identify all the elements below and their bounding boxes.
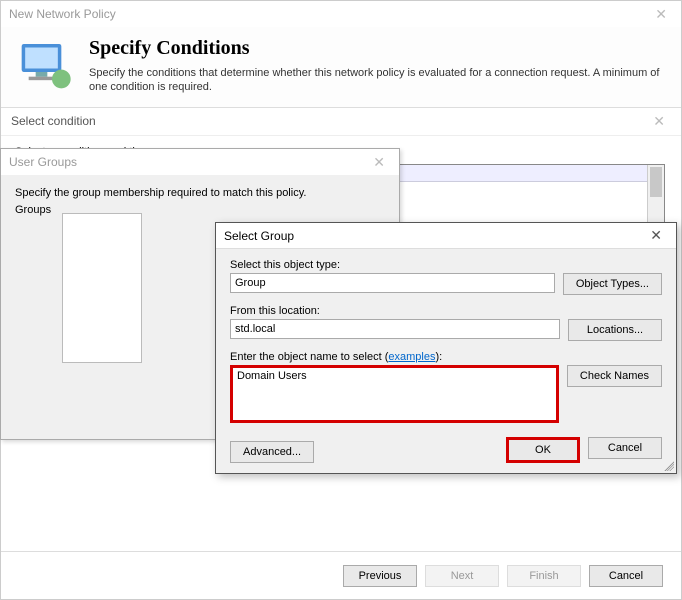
object-type-field [230,273,555,293]
previous-button[interactable]: Previous [343,565,417,587]
object-names-label: Enter the object name to select (example… [230,351,559,363]
advanced-button[interactable]: Advanced... [230,441,314,463]
cancel-button[interactable]: Cancel [589,565,663,587]
main-titlebar: New Network Policy ✕ [1,1,681,27]
ok-button[interactable]: OK [506,437,580,463]
user-groups-titlebar: User Groups ✕ [1,149,399,175]
select-group-title: Select Group [224,229,294,243]
examples-link[interactable]: examples [388,351,435,363]
close-icon[interactable]: ✕ [367,154,391,171]
user-groups-title: User Groups [9,155,77,169]
select-group-dialog: Select Group ✕ Select this object type: … [215,222,677,474]
user-groups-instruction: Specify the group membership required to… [15,187,385,199]
resize-grip-icon[interactable] [662,459,674,471]
select-condition-titlebar: Select condition ✕ [1,108,681,136]
close-icon[interactable]: ✕ [647,113,671,130]
object-types-button[interactable]: Object Types... [563,273,662,295]
page-heading: Specify Conditions [89,37,665,60]
page-description: Specify the conditions that determine wh… [89,66,665,95]
groups-box-label: Groups [11,204,55,216]
names-label-suffix: ): [435,351,442,363]
main-title: New Network Policy [9,7,116,21]
next-button: Next [425,565,499,587]
check-names-button[interactable]: Check Names [567,365,662,387]
close-icon[interactable]: ✕ [649,6,673,23]
object-type-label: Select this object type: [230,259,555,271]
close-icon[interactable]: ✕ [644,227,668,244]
location-field [230,319,560,339]
header-banner: Specify Conditions Specify the condition… [1,27,681,108]
wizard-button-bar: Previous Next Finish Cancel [1,551,681,599]
location-label: From this location: [230,305,560,317]
names-label-prefix: Enter the object name to select ( [230,351,388,363]
finish-button: Finish [507,565,581,587]
cancel-button[interactable]: Cancel [588,437,662,459]
select-condition-title: Select condition [11,114,96,128]
locations-button[interactable]: Locations... [568,319,662,341]
monitor-icon [17,37,73,93]
select-group-body: Select this object type: Object Types...… [216,249,676,473]
select-group-titlebar: Select Group ✕ [216,223,676,249]
object-names-input[interactable] [230,365,559,423]
groups-listbox[interactable] [62,213,142,363]
